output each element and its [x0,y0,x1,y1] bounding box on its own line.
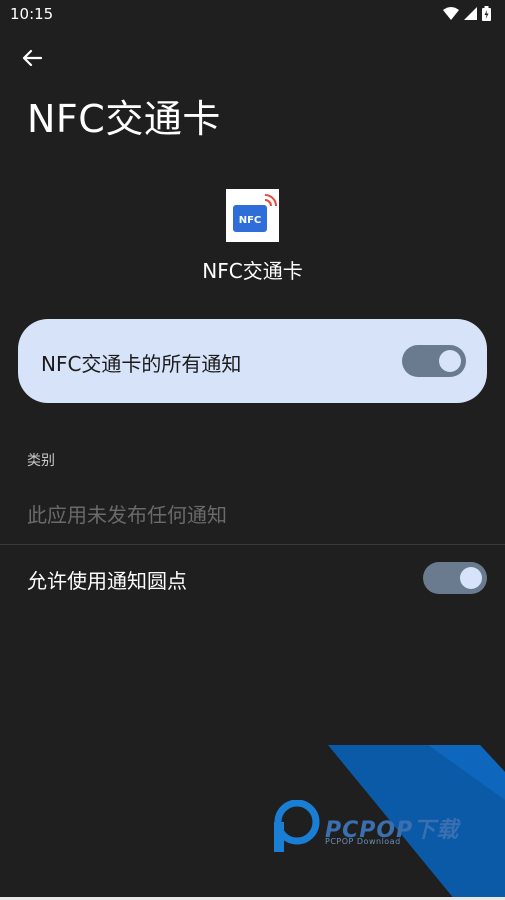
notification-dot-row[interactable]: 允许使用通知圆点 [0,545,505,611]
all-notifications-toggle[interactable] [402,345,466,377]
watermark-logo-icon [274,800,320,852]
page-title: NFC交通卡 [27,97,221,141]
battery-charging-icon [482,6,491,21]
back-arrow-icon [22,49,42,67]
back-button[interactable] [16,42,48,74]
app-icon-label: NFC [239,215,262,226]
no-notifications-text: 此应用未发布任何通知 [27,503,227,527]
wifi-icon [443,7,459,20]
app-icon: NFC [226,189,279,242]
status-icons [443,6,491,21]
all-notifications-card[interactable]: NFC交通卡的所有通知 [18,319,487,403]
all-notifications-label: NFC交通卡的所有通知 [41,352,242,376]
signal-icon [464,7,477,20]
category-heading: 类别 [27,453,55,469]
watermark-sub: PCPOP Download [325,837,401,846]
app-name: NFC交通卡 [202,259,303,283]
toggle-knob [460,567,482,589]
notification-dot-label: 允许使用通知圆点 [27,569,187,593]
toggle-knob [439,350,461,372]
status-time: 10:15 [10,5,54,23]
watermark: PCPOP下载 PCPOP Download [0,740,505,900]
status-bar: 10:15 [0,0,505,30]
notification-dot-toggle[interactable] [423,562,487,594]
